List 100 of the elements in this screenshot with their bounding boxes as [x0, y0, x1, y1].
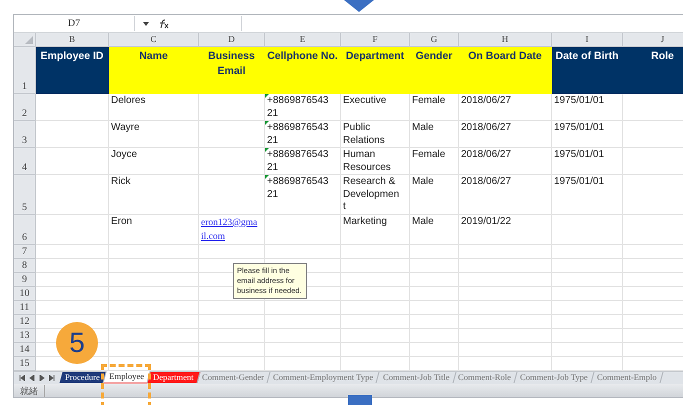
- table-cell: [552, 272, 623, 286]
- sheet-nav-icon[interactable]: [49, 374, 55, 380]
- row-number[interactable]: 14: [14, 342, 36, 356]
- table-cell: [341, 300, 410, 314]
- row-number[interactable]: 9: [14, 272, 36, 286]
- column-header[interactable]: F: [341, 33, 410, 47]
- sheet-tab[interactable]: Comment-Job Title: [377, 372, 456, 383]
- column-header[interactable]: G: [410, 33, 459, 47]
- name-box[interactable]: D7: [14, 16, 135, 31]
- table-cell: [341, 314, 410, 328]
- column-header[interactable]: I: [552, 33, 623, 47]
- header-cell: Business Email: [199, 47, 265, 94]
- table-cell: Male: [410, 121, 459, 148]
- table-cell: [552, 342, 623, 356]
- table-cell: Joyce: [109, 148, 199, 175]
- sheet-tab[interactable]: Comment-Job Type: [514, 372, 594, 383]
- row-number[interactable]: 8: [14, 258, 36, 272]
- error-indicator-icon: [265, 121, 269, 125]
- table-cell: Male: [410, 214, 459, 244]
- table-cell: Wayre: [109, 121, 199, 148]
- table-cell: 1975/01/01: [552, 121, 623, 148]
- dropdown-icon[interactable]: [143, 22, 149, 26]
- row-number[interactable]: 2: [14, 94, 36, 121]
- row-number[interactable]: 4: [14, 148, 36, 175]
- table-cell: [410, 286, 459, 300]
- status-text: 就緒: [14, 384, 45, 396]
- table-cell: [410, 300, 459, 314]
- row-number[interactable]: 13: [14, 328, 36, 342]
- table-cell: [552, 300, 623, 314]
- sheet-tab[interactable]: Comment-Employment Type: [268, 372, 380, 383]
- table-cell: [552, 286, 623, 300]
- table-cell: [410, 328, 459, 342]
- table-cell: [552, 244, 623, 258]
- header-cell: Employee ID: [36, 47, 109, 94]
- row-number[interactable]: 1: [14, 47, 36, 94]
- cell-text: +8869876543 21: [267, 122, 328, 146]
- column-header[interactable]: H: [459, 33, 552, 47]
- table-cell: [410, 314, 459, 328]
- column-header[interactable]: B: [36, 33, 109, 47]
- row-number[interactable]: 5: [14, 175, 36, 214]
- error-indicator-icon: [265, 148, 269, 152]
- column-header[interactable]: C: [109, 33, 199, 47]
- table-cell: [341, 272, 410, 286]
- sheet-tab[interactable]: Comment-Emplo: [591, 372, 664, 383]
- table-cell: 1975/01/01: [552, 94, 623, 121]
- table-cell: [341, 342, 410, 356]
- cell-text: +8869876543 21: [267, 176, 328, 200]
- table-cell: 2018/06/27: [459, 175, 552, 214]
- table-cell: Executive: [341, 94, 410, 121]
- table-cell: [410, 272, 459, 286]
- header-cell: On Board Date: [459, 47, 552, 94]
- row-number[interactable]: 10: [14, 286, 36, 300]
- table-cell: [552, 258, 623, 272]
- row-number[interactable]: 15: [14, 356, 36, 370]
- cell-text: +8869876543 21: [267, 95, 328, 118]
- email-link[interactable]: eron123@gma il.com: [201, 216, 262, 244]
- sheet-tab[interactable]: Employee: [103, 371, 150, 384]
- table-cell: Female: [410, 94, 459, 121]
- highlight-frame: [101, 364, 151, 405]
- row-number[interactable]: 12: [14, 314, 36, 328]
- row-number[interactable]: 6: [14, 214, 36, 244]
- table-cell: [552, 314, 623, 328]
- cell-text: +8869876543 21: [267, 149, 328, 172]
- table-cell: [410, 342, 459, 356]
- table-cell: [410, 258, 459, 272]
- column-header[interactable]: E: [265, 33, 341, 47]
- error-indicator-icon: [265, 175, 269, 179]
- table-cell: Marketing: [341, 214, 410, 244]
- column-header[interactable]: D: [199, 33, 265, 47]
- table-cell: [552, 214, 623, 244]
- sheet-nav-icon[interactable]: [19, 374, 25, 380]
- table-cell: 2018/06/27: [459, 94, 552, 121]
- column-header[interactable]: J: [623, 33, 683, 47]
- table-cell: [341, 244, 410, 258]
- header-cell: Name: [109, 47, 199, 94]
- table-cell: Eron: [109, 214, 199, 244]
- table-cell: 2019/01/22: [459, 214, 552, 244]
- table-cell: [199, 328, 265, 342]
- table-cell: [410, 244, 459, 258]
- table-cell: Research & Developmen t: [341, 175, 410, 214]
- sheet-tab[interactable]: Department: [147, 372, 200, 383]
- table-cell: Female: [410, 148, 459, 175]
- table-cell: [341, 286, 410, 300]
- header-cell: Date of Birth: [552, 47, 623, 94]
- row-number[interactable]: 7: [14, 244, 36, 258]
- table-cell: [341, 328, 410, 342]
- table-cell: 2018/06/27: [459, 148, 552, 175]
- row-number[interactable]: 11: [14, 300, 36, 314]
- sheet-tab[interactable]: Comment-Gender: [196, 372, 271, 383]
- function-icon[interactable]: [159, 18, 169, 28]
- sheet-tab[interactable]: Procedure: [60, 372, 106, 383]
- header-cell: Cellphone No.: [265, 47, 341, 94]
- table-cell: [199, 300, 265, 314]
- table-cell: Rick: [109, 175, 199, 214]
- table-cell: [341, 258, 410, 272]
- table-cell: Delores: [109, 94, 199, 121]
- table-cell: [199, 342, 265, 356]
- row-number[interactable]: 3: [14, 121, 36, 148]
- sheet-tab[interactable]: Comment-Role: [452, 372, 518, 383]
- header-cell: Gender: [410, 47, 459, 94]
